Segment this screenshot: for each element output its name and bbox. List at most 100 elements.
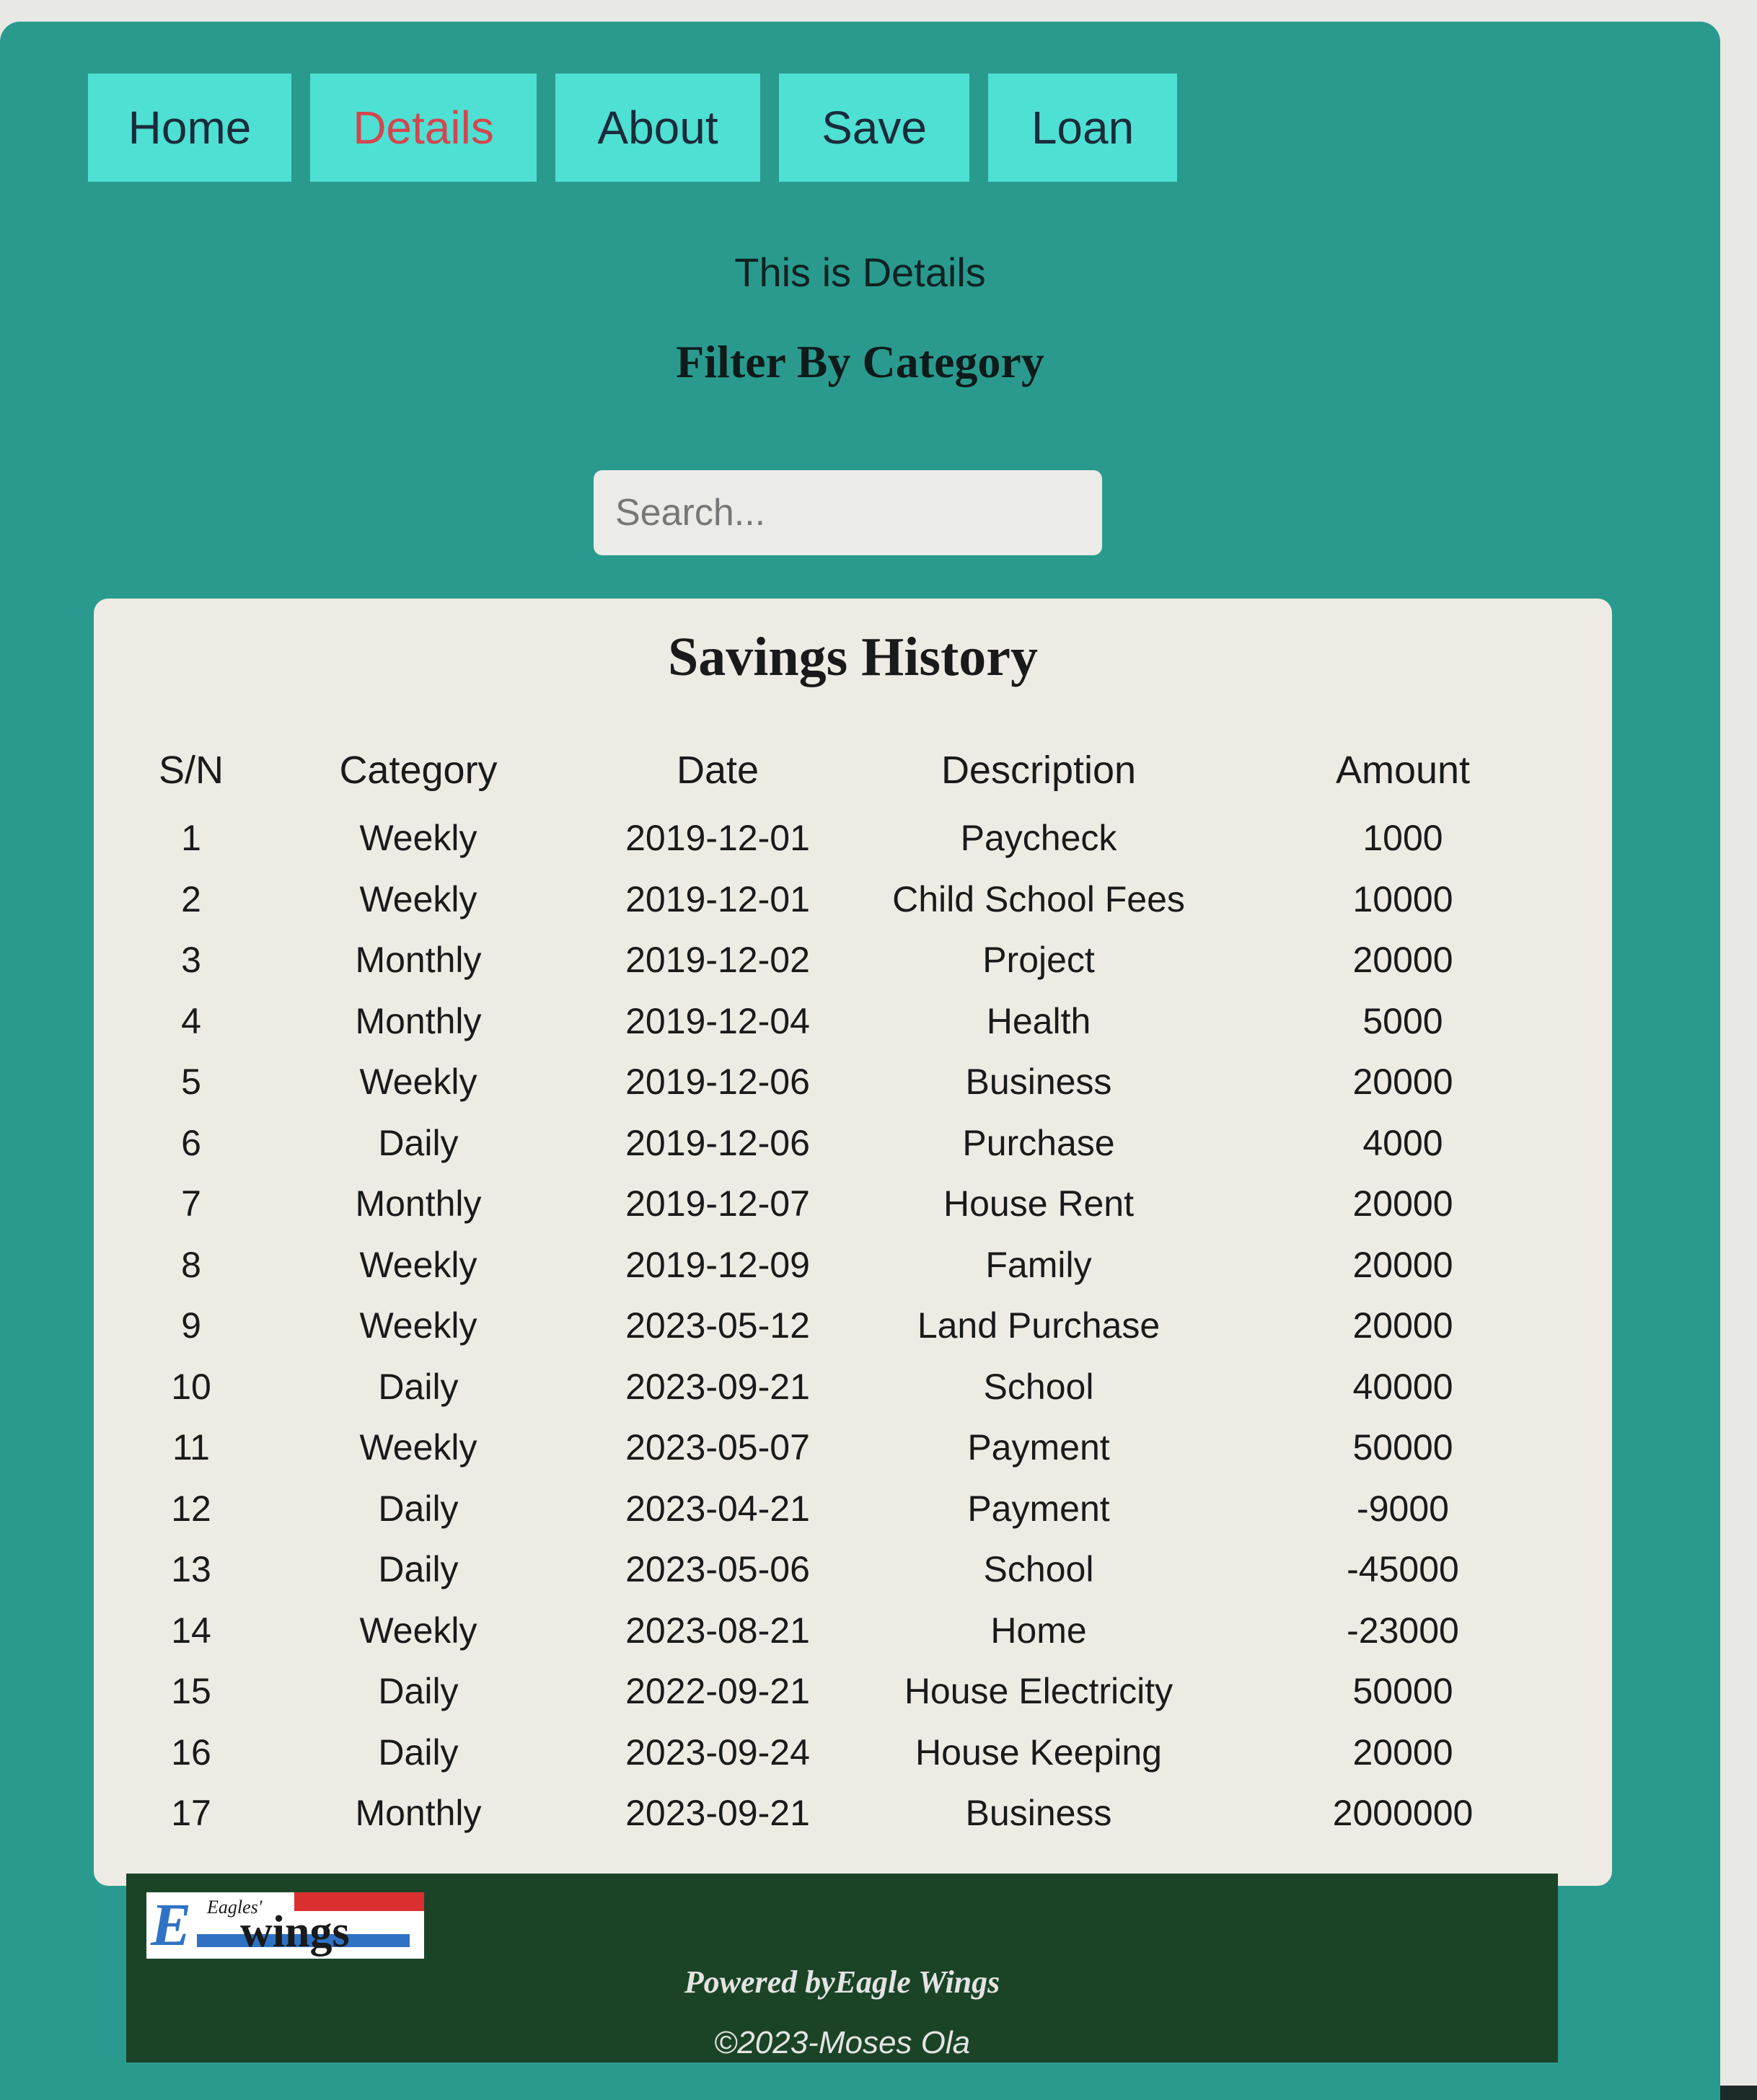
cell-category: Weekly	[359, 818, 477, 859]
cell-sn: 14	[171, 1610, 211, 1651]
savings-history-title: Savings History	[667, 627, 1039, 687]
cell-amount: 20000	[1352, 1731, 1453, 1773]
cell-amount: 1000	[1362, 818, 1443, 859]
cell-category: Weekly	[359, 1427, 477, 1468]
cell-amount: 50000	[1352, 1427, 1453, 1468]
cell-description: Child School Fees	[892, 878, 1185, 919]
savings-history-card: Savings History S/N Category Date Descri…	[94, 599, 1612, 1886]
cell-date: 2019-12-06	[625, 1062, 810, 1103]
footer-powered-by: Powered byEagle Wings	[126, 1964, 1558, 2000]
cell-date: 2019-12-09	[625, 1244, 810, 1285]
cell-amount: 4000	[1362, 1122, 1443, 1163]
cell-category: Weekly	[359, 878, 477, 919]
column-header-amount: Amount	[1335, 748, 1471, 792]
column-header-date: Date	[676, 748, 759, 792]
cell-description: Health	[986, 1000, 1091, 1041]
table-row: 2 Weekly 2019-12-01 Child School Fees 10000	[115, 869, 1594, 930]
top-navigation: Home Details About Save Loan	[88, 74, 1177, 182]
table-row: 16 Daily 2023-09-24 House Keeping 20000	[115, 1722, 1594, 1783]
cell-category: Monthly	[355, 1000, 482, 1041]
eagle-wings-logo: E Eagles' wings	[146, 1892, 424, 1959]
cell-date: 2019-12-04	[625, 1000, 810, 1041]
cell-description: School	[983, 1549, 1094, 1590]
cell-category: Daily	[378, 1731, 459, 1773]
table-row: 6 Daily 2019-12-06 Purchase 4000	[115, 1113, 1594, 1174]
cell-date: 2019-12-06	[625, 1122, 810, 1163]
table-body: 1 Weekly 2019-12-01 Paycheck 1000 2 Weekly 2019…	[115, 808, 1594, 1844]
nav-home[interactable]: Home	[88, 74, 291, 182]
search-input[interactable]	[594, 470, 1102, 555]
cell-description: House Rent	[943, 1183, 1135, 1225]
cell-sn: 17	[171, 1793, 211, 1834]
cell-sn: 4	[181, 1000, 201, 1041]
cell-sn: 3	[181, 940, 201, 981]
cell-date: 2023-05-12	[625, 1305, 810, 1346]
cell-amount: 5000	[1362, 1000, 1443, 1041]
logo-mark: E	[151, 1892, 192, 1959]
cell-date: 2023-09-21	[625, 1793, 810, 1834]
cell-date: 2019-12-07	[625, 1183, 810, 1225]
cell-description: Purchase	[962, 1122, 1115, 1163]
nav-details[interactable]: Details	[310, 74, 537, 182]
table-row: 3 Monthly 2019-12-02 Project 20000	[115, 930, 1594, 991]
footer: E Eagles' wings Powered byEagle Wings ©2…	[126, 1874, 1558, 2062]
cell-sn: 15	[171, 1671, 211, 1712]
logo-word: wings	[240, 1907, 350, 1956]
cell-category: Weekly	[359, 1244, 477, 1285]
cell-sn: 1	[181, 818, 201, 859]
cell-category: Daily	[378, 1122, 459, 1163]
cell-date: 2023-04-21	[625, 1488, 810, 1529]
column-header-description: Description	[941, 748, 1137, 792]
cell-description: Land Purchase	[917, 1305, 1161, 1346]
cell-description: Home	[990, 1610, 1087, 1651]
table-row: 12 Daily 2023-04-21 Payment -9000	[115, 1478, 1594, 1540]
cell-category: Weekly	[359, 1610, 477, 1651]
cell-date: 2023-05-06	[625, 1549, 810, 1590]
cell-amount: -45000	[1347, 1549, 1459, 1590]
cell-date: 2022-09-21	[625, 1671, 810, 1712]
table-row: 7 Monthly 2019-12-07 House Rent 20000	[115, 1173, 1594, 1235]
nav-save[interactable]: Save	[779, 74, 969, 182]
cell-sn: 8	[181, 1244, 201, 1285]
cell-category: Daily	[378, 1488, 459, 1529]
nav-about[interactable]: About	[555, 74, 760, 182]
table-row: 4 Monthly 2019-12-04 Health 5000	[115, 991, 1594, 1052]
cell-description: House Electricity	[904, 1671, 1173, 1712]
cell-date: 2019-12-01	[625, 878, 810, 919]
table-row: 10 Daily 2023-09-21 School 40000	[115, 1356, 1594, 1418]
table-row: 15 Daily 2022-09-21 House Electricity 50000	[115, 1661, 1594, 1722]
table-row: 9 Weekly 2023-05-12 Land Purchase 20000	[115, 1295, 1594, 1356]
table-row: 17 Monthly 2023-09-21 Business 2000000	[115, 1783, 1594, 1844]
cell-category: Weekly	[359, 1305, 477, 1346]
cell-sn: 2	[181, 878, 201, 919]
column-header-category: Category	[339, 748, 498, 792]
cell-sn: 13	[171, 1549, 211, 1590]
cell-amount: -9000	[1357, 1488, 1449, 1529]
cell-category: Weekly	[359, 1062, 477, 1103]
table-row: 14 Weekly 2023-08-21 Home -23000	[115, 1600, 1594, 1662]
app-panel: Home Details About Save Loan This is Det…	[0, 22, 1720, 2100]
table-row: 5 Weekly 2019-12-06 Business 20000	[115, 1051, 1594, 1113]
cell-date: 2023-08-21	[625, 1610, 810, 1651]
cell-sn: 12	[171, 1488, 211, 1529]
cell-description: Business	[965, 1062, 1112, 1103]
column-header-sn: S/N	[158, 748, 224, 792]
cell-amount: -23000	[1347, 1610, 1459, 1651]
cell-description: Paycheck	[960, 818, 1117, 859]
cell-sn: 10	[171, 1366, 211, 1407]
cell-amount: 20000	[1352, 940, 1453, 981]
cell-category: Daily	[378, 1366, 459, 1407]
nav-loan[interactable]: Loan	[988, 74, 1177, 182]
cell-date: 2019-12-01	[625, 818, 810, 859]
cell-amount: 40000	[1352, 1366, 1453, 1407]
table-row: 11 Weekly 2023-05-07 Payment 50000	[115, 1417, 1594, 1478]
cell-amount: 2000000	[1332, 1793, 1474, 1834]
cell-description: Family	[985, 1244, 1092, 1285]
savings-history-table: S/N Category Date Description Amount 1 We…	[115, 732, 1594, 1844]
cell-date: 2023-09-24	[625, 1731, 810, 1773]
cell-description: Project	[982, 940, 1095, 981]
cell-date: 2023-05-07	[625, 1427, 810, 1468]
table-row: 8 Weekly 2019-12-09 Family 20000	[115, 1235, 1594, 1296]
cell-date: 2019-12-02	[625, 940, 810, 981]
cell-sn: 11	[172, 1427, 210, 1468]
